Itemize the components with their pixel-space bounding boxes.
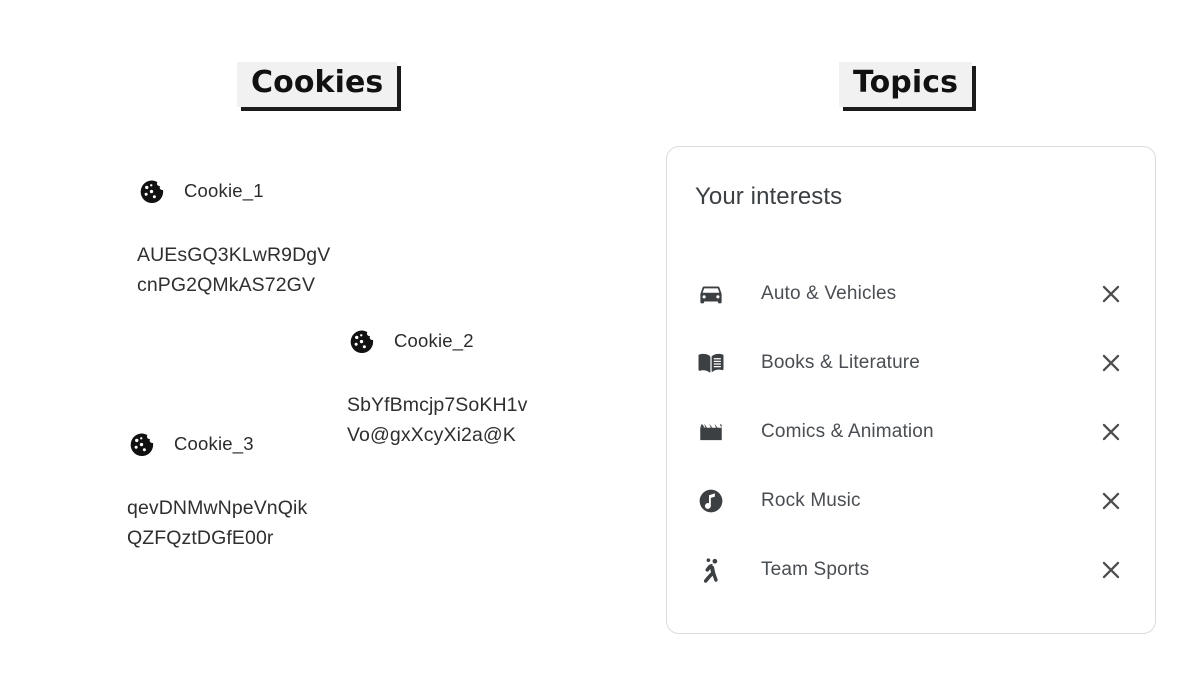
cookie-value-line-1: qevDNMwNpeVnQik — [127, 497, 308, 519]
cookie-value-line-2: cnPG2QMkAS72GV — [137, 274, 316, 296]
cookie-card[interactable]: Cookie_1 AUEsGQ3KLwR9DgV cnPG2QMkAS72GV — [110, 150, 337, 375]
topic-label: Comics & Animation — [761, 420, 934, 442]
list-item[interactable]: Comics & Animation — [667, 397, 1155, 466]
cookie-value-line-2: QZFQztDGfE00r — [127, 527, 274, 549]
close-icon[interactable] — [1096, 417, 1126, 447]
topic-label: Auto & Vehicles — [761, 282, 897, 304]
topic-label: Rock Music — [761, 489, 861, 511]
book-icon — [695, 347, 727, 379]
cookie-card-title: Cookie_2 — [394, 330, 474, 351]
your-interests-heading: Your interests — [695, 183, 843, 210]
close-icon[interactable] — [1096, 348, 1126, 378]
topic-label: Team Sports — [761, 558, 870, 580]
cookie-card-value: AUEsGQ3KLwR9DgV cnPG2QMkAS72GV — [137, 240, 330, 300]
handball-player-icon — [695, 554, 727, 586]
cookie-value-line-1: AUEsGQ3KLwR9DgV — [137, 244, 331, 266]
car-icon — [695, 278, 727, 310]
cookie-icon — [140, 180, 164, 204]
list-item[interactable]: Books & Literature — [667, 328, 1155, 397]
interests-list: Auto & Vehicles Books & Literature Comic… — [667, 259, 1155, 604]
cookie-card[interactable]: Cookie_2 SbYfBmcjp7SoKH1v Vo@gxXcyXi2a@K — [320, 300, 544, 501]
cookie-card-header: Cookie_1 — [136, 176, 264, 206]
close-icon[interactable] — [1096, 279, 1126, 309]
list-item[interactable]: Rock Music — [667, 466, 1155, 535]
cookie-card-value: qevDNMwNpeVnQik QZFQztDGfE00r — [127, 493, 307, 553]
music-note-icon — [695, 485, 727, 517]
cookie-icon — [130, 433, 154, 457]
cookie-icon — [350, 330, 374, 354]
page-title-cookies: Cookies — [237, 62, 398, 107]
cookie-card-header: Cookie_2 — [346, 326, 474, 356]
cookie-value-line-2: Vo@gxXcyXi2a@K — [347, 424, 516, 446]
screenshot-root: Cookies Topics Cookie_2 SbYfBmcjp7SoKH1v… — [0, 0, 1200, 675]
cookie-value-line-1: SbYfBmcjp7SoKH1v — [347, 394, 528, 416]
topic-label: Books & Literature — [761, 351, 921, 373]
cookie-card-value: SbYfBmcjp7SoKH1v Vo@gxXcyXi2a@K — [347, 390, 527, 450]
topics-panel: Your interests Auto & Vehicles Books & L… — [666, 146, 1156, 634]
page-title-topics: Topics — [839, 62, 973, 107]
list-item[interactable]: Auto & Vehicles — [667, 259, 1155, 328]
close-icon[interactable] — [1096, 486, 1126, 516]
close-icon[interactable] — [1096, 555, 1126, 585]
cookie-card[interactable]: Cookie_3 qevDNMwNpeVnQik QZFQztDGfE00r — [100, 403, 330, 630]
clapperboard-icon — [695, 416, 727, 448]
cookie-card-header: Cookie_3 — [126, 429, 254, 459]
list-item[interactable]: Team Sports — [667, 535, 1155, 604]
cookie-card-title: Cookie_1 — [184, 180, 264, 201]
cookie-card-title: Cookie_3 — [174, 433, 254, 454]
